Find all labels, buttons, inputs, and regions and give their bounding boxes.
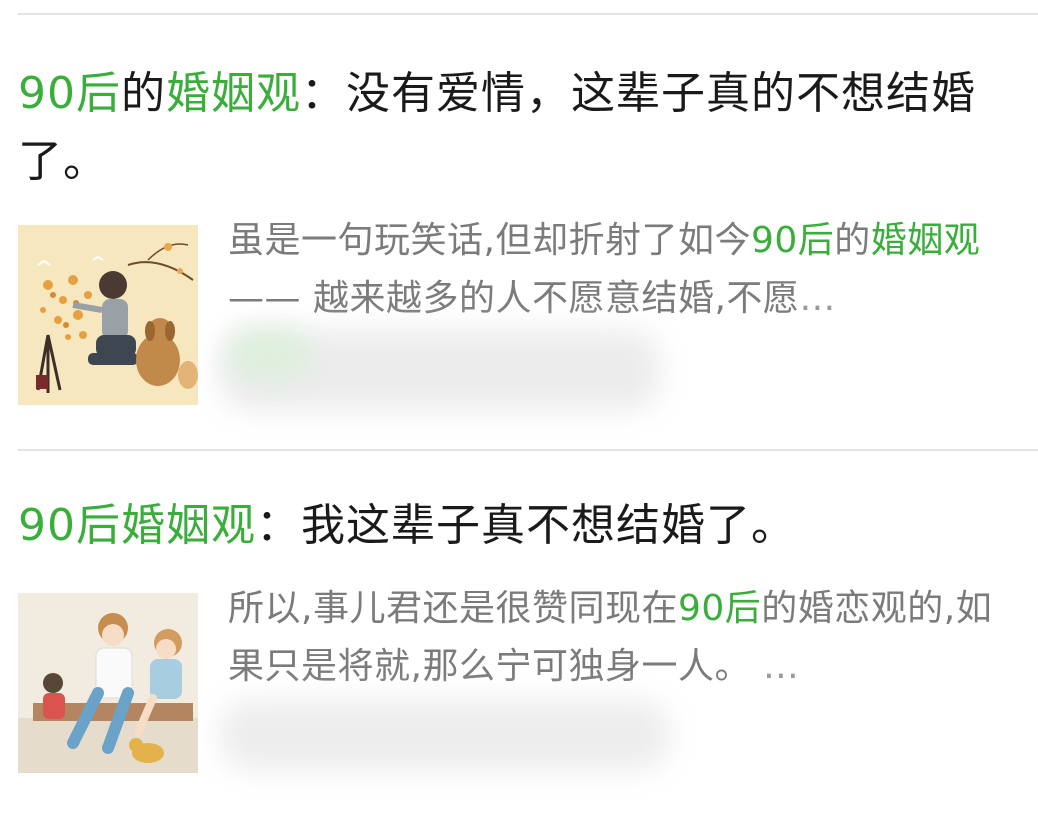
result-snippet: 所以,事儿君还是很赞同现在90后的婚恋观的,如果只是将就,那么宁可独身一人。 … bbox=[228, 580, 1018, 696]
result-thumbnail[interactable] bbox=[18, 225, 198, 405]
title-text: ：我这辈子真不想结婚了。 bbox=[256, 500, 796, 551]
girl-painting-illustration bbox=[18, 225, 198, 405]
result-title[interactable]: 90后的婚姻观：没有爱情，这辈子真的不想结婚了。 bbox=[18, 60, 1018, 196]
snippet-text: 虽是一句玩笑话,但却折射了如今 bbox=[228, 220, 751, 261]
result-divider bbox=[18, 449, 1038, 451]
couple-illustration bbox=[18, 593, 198, 773]
result-thumbnail[interactable] bbox=[18, 593, 198, 773]
snippet-highlight: 90后 bbox=[750, 220, 835, 261]
snippet-text: 所以,事儿君还是很赞同现在 bbox=[228, 588, 678, 629]
snippet-ellipsis: … bbox=[799, 278, 836, 319]
result-title[interactable]: 90后婚姻观：我这辈子真不想结婚了。 bbox=[18, 492, 1018, 560]
snippet-highlight: 婚姻观 bbox=[870, 220, 981, 261]
result-snippet: 虽是一句玩笑话,但却折射了如今90后的婚姻观 —— 越来越多的人不愿意结婚,不愿… bbox=[228, 212, 1018, 328]
snippet-text: 的 bbox=[834, 220, 871, 261]
top-divider bbox=[18, 13, 1038, 15]
blurred-area bbox=[220, 700, 670, 770]
snippet-ellipsis: … bbox=[750, 646, 800, 687]
title-highlight: 90后 bbox=[18, 68, 121, 119]
blurred-area bbox=[230, 330, 310, 380]
title-highlight: 90后婚姻观 bbox=[18, 500, 256, 551]
blurred-area bbox=[220, 330, 660, 410]
title-highlight: 婚姻观 bbox=[166, 68, 301, 119]
snippet-highlight: 90后 bbox=[677, 588, 762, 629]
snippet-text: —— 越来越多的人不愿意结婚,不愿 bbox=[228, 278, 800, 319]
title-text: 的 bbox=[121, 68, 166, 119]
